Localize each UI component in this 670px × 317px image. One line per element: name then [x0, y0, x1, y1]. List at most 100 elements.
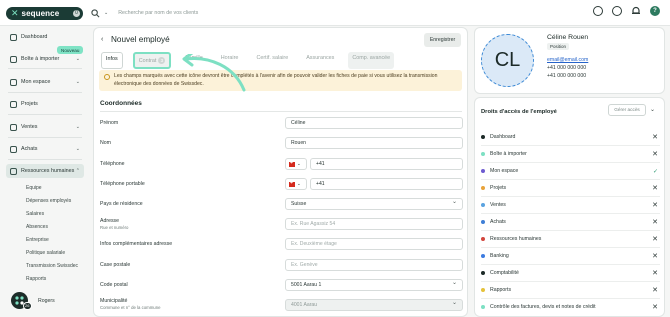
country-code-select[interactable]: ⌄ [285, 158, 307, 170]
close-icon[interactable]: ✕ [652, 218, 658, 226]
sidebar-item-sales[interactable]: Ventes ⌄ [6, 120, 84, 134]
sidebar-item-dashboard[interactable]: Dashboard [6, 30, 84, 44]
phone-input[interactable]: +41 [310, 158, 463, 170]
chevron-down-icon[interactable]: ⌄ [76, 56, 80, 62]
tab-salary-certificate[interactable]: Certif. salaire [252, 52, 292, 69]
help-icon[interactable]: ? [650, 6, 660, 16]
close-icon[interactable]: ✕ [652, 252, 658, 260]
search-bar[interactable]: ⌄ Recherche par nom de vos clients [91, 6, 571, 20]
check-icon[interactable]: ✓ [653, 168, 658, 175]
sidebar-item-my-space[interactable]: Mon espace ⌄ [6, 75, 84, 89]
last-name-field[interactable]: Rouen [285, 137, 463, 149]
country-code-select[interactable]: ⌄ [285, 178, 307, 190]
sales-icon [10, 123, 17, 131]
profile-email[interactable]: email@email.com [547, 57, 588, 63]
warning-icon [104, 74, 110, 80]
module-color-dot [481, 186, 485, 190]
municipality-select: 4001 Aarau [285, 298, 463, 311]
back-arrow-icon[interactable]: ‹ [101, 36, 103, 43]
sidebar-item-purchases[interactable]: Achats ⌄ [6, 142, 84, 156]
profile-phone: +41 000 000 000 [547, 65, 587, 71]
postal-code-select[interactable]: 5001 Aarau 1 [285, 278, 463, 291]
country-select[interactable]: Suisse [285, 197, 463, 210]
address-extra-field[interactable]: Ex. Deuxième étage [285, 238, 463, 250]
user-name[interactable]: Rogers [38, 298, 55, 304]
sidebar-item-inbox[interactable]: Boîte à importer ⌄ [6, 52, 84, 66]
tab-label: Contrat [138, 58, 157, 64]
profile-name: Céline Rouen [547, 34, 589, 41]
field-label-po-box: Case postale [100, 262, 131, 268]
access-row: Ressources humaines ✕ [481, 233, 660, 245]
access-row: Banking ✕ [481, 250, 660, 262]
clock-icon[interactable] [612, 6, 622, 16]
user-avatar[interactable]: 26 [11, 292, 32, 310]
sidebar-item-projects[interactable]: Projets [6, 97, 84, 111]
search-icon [91, 8, 100, 17]
divider [481, 264, 660, 265]
close-icon[interactable]: ✕ [652, 150, 658, 158]
sidebar-subitem-expenses[interactable]: Dépenses employés [26, 198, 71, 204]
logo-badge: 0 [73, 10, 80, 17]
divider [481, 247, 660, 248]
sidebar-subitem-salary-policy[interactable]: Politique salariale [26, 250, 65, 256]
position-badge: Position [547, 43, 570, 50]
close-icon[interactable]: ✕ [652, 235, 658, 243]
close-icon[interactable]: ✕ [652, 184, 658, 192]
chevron-up-icon[interactable]: ⌃ [76, 168, 80, 174]
close-icon[interactable]: ✕ [652, 201, 658, 209]
logo-mark-icon: ✕ [11, 8, 19, 18]
home-icon [10, 33, 17, 41]
tab-label: Horaire [220, 55, 239, 61]
chevron-down-icon[interactable]: ⌄ [650, 106, 655, 113]
tab-schedule[interactable]: Horaire [217, 52, 243, 69]
close-icon[interactable]: ✕ [652, 133, 658, 141]
sidebar-item-label: Ventes [21, 124, 38, 130]
search-input[interactable]: Recherche par nom de vos clients [118, 10, 198, 16]
tab-insurances[interactable]: Assurances [302, 52, 338, 69]
address-field[interactable]: Ex. Rue Agassiz 54 [285, 218, 463, 230]
sidebar-subitem-absences[interactable]: Absences [26, 224, 48, 230]
mobile-input[interactable]: +41 [310, 178, 463, 190]
sidebar-item-hr[interactable]: Ressources humaines ⌃ [6, 164, 84, 178]
close-icon[interactable]: ✕ [652, 303, 658, 311]
phone-field: ⌄ +41 [285, 158, 463, 170]
app-logo[interactable]: ✕ sequence 0 [6, 7, 83, 20]
tab-infos[interactable]: Infos [101, 52, 123, 69]
save-button[interactable]: Enregistrer [424, 33, 461, 47]
people-icon [10, 167, 17, 175]
avatar[interactable]: CL [481, 34, 534, 87]
divider [8, 137, 82, 138]
cart-icon [10, 145, 17, 153]
bell-icon[interactable] [631, 6, 641, 16]
logo-text: sequence [21, 9, 60, 18]
sidebar-subitem-salaries[interactable]: Salaires [26, 211, 44, 217]
first-name-field[interactable]: Céline [285, 117, 463, 129]
access-row-label: Mon espace [490, 168, 519, 174]
inbox-icon [10, 55, 17, 63]
chevron-down-icon[interactable]: ⌄ [76, 146, 80, 152]
close-icon[interactable]: ✕ [652, 286, 658, 294]
tab-contract[interactable]: Contrat 3 [132, 52, 172, 69]
po-box-field[interactable]: Ex. Genève [285, 259, 463, 271]
field-label-municipality: Municipalité [100, 298, 128, 304]
section-title: Coordonnées [100, 100, 142, 107]
manage-access-button[interactable]: Gérer accès [608, 104, 646, 116]
close-icon[interactable]: ✕ [652, 269, 658, 277]
sidebar-subitem-swissdec[interactable]: Transmission Swissdec [26, 263, 78, 269]
tab-family[interactable]: Famille [181, 52, 206, 69]
field-sublabel-address: Rue et numéro [100, 225, 129, 230]
sidebar-subitem-company[interactable]: Entreprise [26, 237, 49, 243]
tab-advanced[interactable]: Comp. avancée [348, 52, 395, 69]
sidebar-subitem-team[interactable]: Equipe [26, 185, 42, 191]
field-label-last-name: Nom [100, 140, 111, 146]
search-scope-chevron-icon[interactable]: ⌄ [104, 10, 108, 16]
divider [481, 179, 660, 180]
sidebar-subitem-reports[interactable]: Rapports [26, 276, 46, 282]
chevron-down-icon[interactable]: ⌄ [76, 79, 80, 85]
module-color-dot [481, 288, 485, 292]
chevron-down-icon: ⌄ [297, 161, 301, 166]
tab-label: Assurances [306, 55, 335, 61]
add-icon[interactable] [593, 6, 603, 16]
chevron-down-icon[interactable]: ⌄ [76, 124, 80, 130]
sidebar-item-label: Mon espace [21, 79, 51, 85]
